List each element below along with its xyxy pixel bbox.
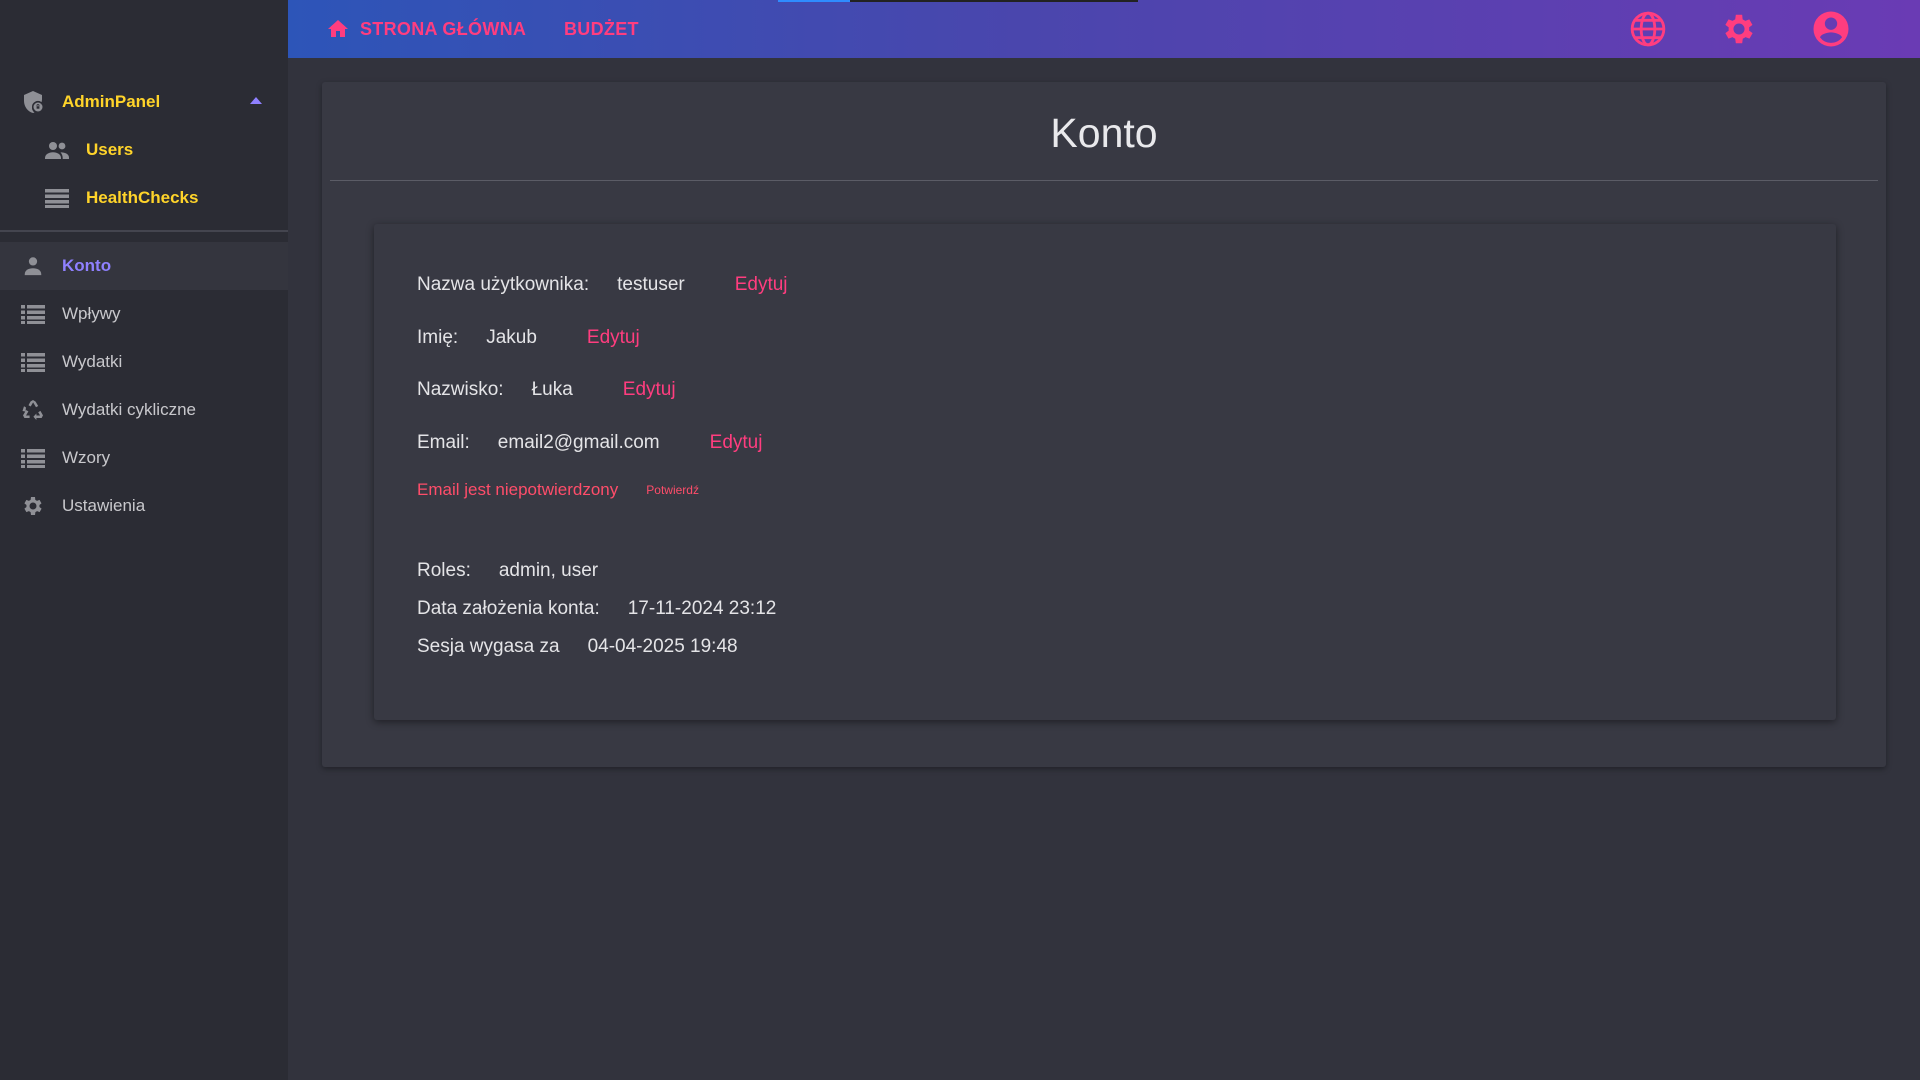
home-icon: [326, 17, 350, 41]
edit-last-name-button[interactable]: Edytuj: [623, 379, 676, 401]
session-label: Sesja wygasa za: [417, 636, 560, 657]
created-row: Data założenia konta: 17-11-2024 23:12: [417, 598, 826, 620]
sidebar-item-users[interactable]: Users: [0, 126, 288, 174]
roles-value: admin, user: [498, 560, 599, 581]
email-row: Email: email2@gmail.com Edytuj: [417, 432, 762, 454]
sidebar-item-adminpanel[interactable]: AdminPanel: [0, 78, 288, 126]
list-icon: [20, 301, 46, 327]
recycle-icon: [20, 397, 46, 423]
edit-email-button[interactable]: Edytuj: [710, 432, 763, 454]
account-card: Konto Nazwa użytkownika: testuser Edytuj…: [322, 82, 1886, 767]
sidebar-header: [0, 0, 288, 78]
budget-link[interactable]: BUDŻET: [564, 0, 639, 58]
confirm-email-button[interactable]: Potwierdź: [646, 483, 699, 497]
created-value: 17-11-2024 23:12: [627, 598, 777, 619]
sidebar-item-wydatki-cykliczne[interactable]: Wydatki cykliczne: [0, 386, 288, 434]
shield-lock-icon: [20, 89, 46, 115]
list-icon: [20, 445, 46, 471]
sidebar-item-konto[interactable]: Konto: [0, 242, 288, 290]
username-label: Nazwa użytkownika:: [417, 274, 590, 295]
sidebar-item-wplywy[interactable]: Wpływy: [0, 290, 288, 338]
sidebar: AdminPanel Users HealthChecks Konto Wpły…: [0, 0, 288, 1080]
edit-username-button[interactable]: Edytuj: [735, 274, 788, 296]
person-icon: [20, 253, 46, 279]
last-name-label: Nazwisko:: [417, 379, 504, 400]
page-title: Konto: [1050, 110, 1158, 156]
top-navbar: STRONA GŁÓWNA BUDŻET: [288, 0, 1920, 58]
email-label: Email:: [417, 432, 470, 453]
loading-progress-bar: [778, 0, 1138, 2]
first-name-value: Jakub: [486, 327, 537, 348]
edit-first-name-button[interactable]: Edytuj: [587, 327, 640, 349]
first-name-label: Imię:: [417, 327, 459, 348]
sidebar-item-label: Wydatki cykliczne: [62, 400, 196, 419]
budget-link-label: BUDŻET: [564, 18, 639, 39]
list-icon: [20, 349, 46, 375]
sidebar-item-label: Users: [86, 140, 134, 159]
sidebar-item-label: Wpływy: [62, 304, 121, 323]
account-details-panel: Nazwa użytkownika: testuser Edytuj Imię:…: [374, 224, 1836, 720]
sidebar-item-wzory[interactable]: Wzory: [0, 434, 288, 482]
last-name-row: Nazwisko: Łuka Edytuj: [417, 379, 676, 401]
session-value: 04-04-2025 19:48: [587, 636, 738, 657]
home-link-label: STRONA GŁÓWNA: [360, 18, 527, 39]
sidebar-item-label: Wzory: [62, 448, 111, 467]
home-link[interactable]: STRONA GŁÓWNA: [326, 0, 526, 58]
first-name-row: Imię: Jakub Edytuj: [417, 327, 640, 349]
email-status-row: Email jest niepotwierdzony Potwierdź: [417, 480, 699, 500]
sidebar-item-wydatki[interactable]: Wydatki: [0, 338, 288, 386]
username-value: testuser: [617, 274, 685, 295]
sidebar-item-label: HealthChecks: [86, 188, 199, 207]
username-row: Nazwa użytkownika: testuser Edytuj: [417, 274, 788, 296]
email-value: email2@gmail.com: [497, 432, 660, 453]
email-unconfirmed-text: Email jest niepotwierdzony: [417, 480, 619, 499]
sidebar-item-label: Wydatki: [62, 352, 123, 371]
roles-label: Roles:: [417, 560, 471, 581]
chevron-up-icon[interactable]: [250, 97, 262, 104]
account-circle-icon[interactable]: [1811, 9, 1851, 49]
sidebar-item-healthchecks[interactable]: HealthChecks: [0, 174, 288, 222]
gear-icon[interactable]: [1719, 9, 1759, 49]
sidebar-item-label: Ustawienia: [62, 496, 146, 515]
people-icon: [44, 137, 70, 163]
created-label: Data założenia konta:: [417, 598, 600, 619]
globe-icon[interactable]: [1628, 9, 1668, 49]
gear-icon: [20, 493, 46, 519]
session-row: Sesja wygasa za 04-04-2025 19:48: [417, 636, 788, 658]
list-icon: [44, 185, 70, 211]
last-name-value: Łuka: [531, 379, 573, 400]
title-divider: [330, 180, 1878, 181]
sidebar-item-label: AdminPanel: [62, 92, 161, 111]
sidebar-divider: [0, 230, 288, 232]
roles-row: Roles: admin, user: [417, 560, 648, 582]
sidebar-item-label: Konto: [62, 256, 112, 275]
sidebar-item-ustawienia[interactable]: Ustawienia: [0, 482, 288, 530]
